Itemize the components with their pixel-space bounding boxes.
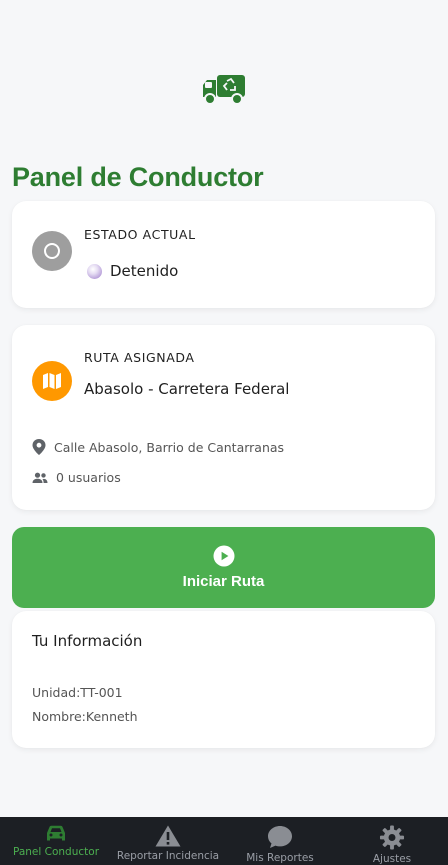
- info-title: Tu Información: [32, 632, 143, 650]
- info-card: Tu Información Unidad:TT-001 Nombre:Kenn…: [12, 611, 435, 748]
- info-name: Nombre:Kenneth: [32, 709, 138, 724]
- recycling-truck-icon: [203, 75, 245, 105]
- status-card: ESTADO ACTUAL Detenido: [12, 201, 435, 308]
- app-logo: [0, 72, 448, 106]
- bottom-nav: Panel Conductor Reportar Incidencia Mis …: [0, 817, 448, 865]
- nav-item-mis-reportes[interactable]: Mis Reportes: [224, 817, 336, 865]
- location-pin-icon: [32, 439, 46, 455]
- play-circle-icon: [213, 545, 234, 567]
- circle-outline-icon: [44, 243, 60, 259]
- page-title: Panel de Conductor: [12, 162, 264, 192]
- route-address-row: Calle Abasolo, Barrio de Cantarranas: [32, 439, 284, 455]
- route-address: Calle Abasolo, Barrio de Cantarranas: [54, 439, 285, 455]
- status-value-row: Detenido: [87, 262, 178, 280]
- chat-bubble-icon: [268, 826, 292, 848]
- route-caption: RUTA ASIGNADA: [84, 350, 195, 365]
- route-indicator: [32, 361, 72, 401]
- map-icon: [43, 373, 61, 389]
- route-card: RUTA ASIGNADA Abasolo - Carretera Federa…: [12, 325, 435, 510]
- status-caption: ESTADO ACTUAL: [84, 227, 196, 242]
- start-route-label: Iniciar Ruta: [182, 573, 265, 590]
- nav-label: Mis Reportes: [246, 852, 314, 864]
- pearl-orb-icon: [87, 263, 102, 279]
- warning-icon: [155, 825, 181, 847]
- route-users-row: 0 usuarios: [32, 470, 121, 485]
- users-icon: [32, 472, 48, 483]
- nav-label: Panel Conductor: [12, 846, 100, 858]
- car-icon: [47, 825, 65, 841]
- gear-icon: [379, 825, 405, 850]
- route-users: 0 usuarios: [56, 470, 121, 485]
- route-name: Abasolo - Carretera Federal: [84, 380, 290, 398]
- info-unit: Unidad:TT-001: [32, 685, 123, 700]
- nav-item-panel-conductor[interactable]: Panel Conductor: [0, 817, 112, 865]
- status-indicator: [32, 231, 72, 271]
- nav-item-ajustes[interactable]: Ajustes: [336, 817, 448, 865]
- status-value: Detenido: [110, 262, 179, 280]
- nav-item-reportar-incidencia[interactable]: Reportar Incidencia: [112, 817, 224, 865]
- start-route-button[interactable]: Iniciar Ruta: [12, 527, 435, 608]
- nav-label: Reportar Incidencia: [116, 850, 220, 862]
- nav-label: Ajustes: [372, 853, 412, 865]
